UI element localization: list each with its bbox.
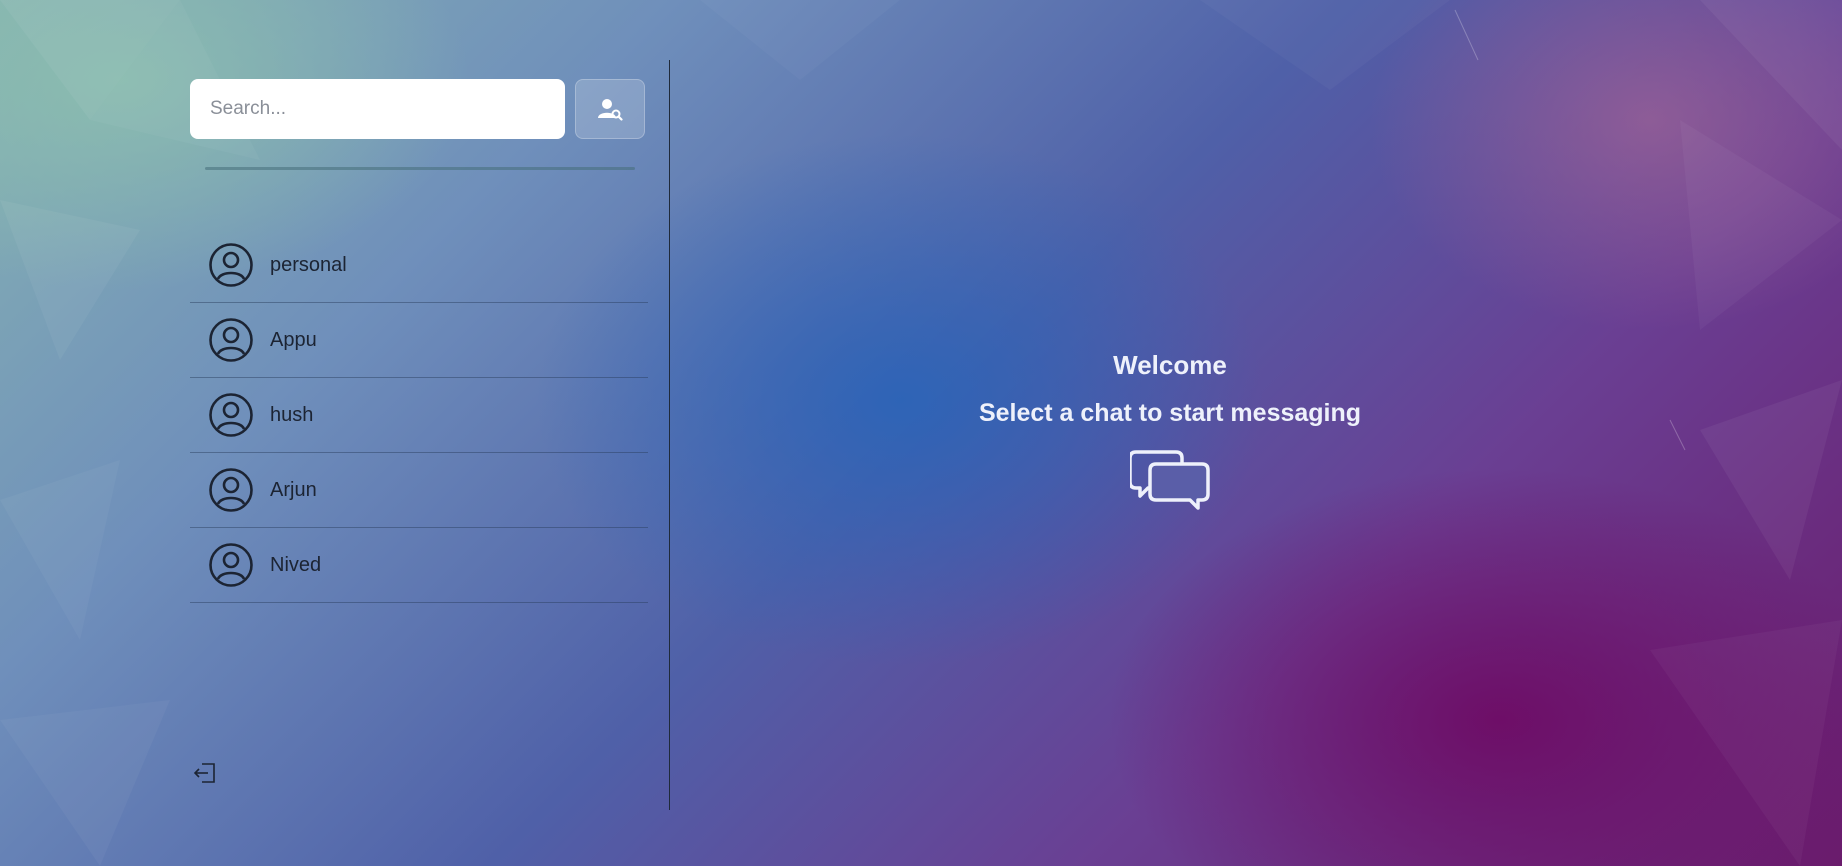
welcome-subtitle: Select a chat to start messaging — [978, 399, 1362, 427]
chat-bubbles-icon — [1130, 450, 1210, 510]
logout-button[interactable] — [192, 760, 218, 786]
user-circle-icon — [209, 243, 253, 287]
logout-icon — [193, 763, 215, 783]
search-input[interactable] — [190, 79, 565, 139]
welcome-title: Welcome — [1113, 350, 1227, 380]
chat-item-hush[interactable]: hush — [190, 378, 648, 453]
chat-item-nived[interactable]: Nived — [190, 528, 648, 603]
search-user-button[interactable] — [575, 79, 645, 139]
chat-item-appu[interactable]: Appu — [190, 303, 648, 378]
welcome-panel: Welcome Select a chat to start messaging — [950, 350, 1390, 512]
user-circle-icon — [209, 543, 253, 587]
chat-name: Nived — [270, 553, 322, 576]
user-circle-icon — [209, 318, 253, 362]
user-circle-icon — [209, 468, 253, 512]
chat-name: personal — [270, 253, 347, 276]
sidebar: personal Appu hush Arjun — [190, 60, 670, 810]
chat-name: Arjun — [270, 478, 317, 501]
search-divider — [205, 167, 635, 170]
chat-list: personal Appu hush Arjun Nived — [190, 228, 648, 603]
chat-name: Appu — [270, 328, 317, 351]
search-row — [190, 79, 646, 139]
user-circle-icon — [209, 393, 253, 437]
chat-item-personal[interactable]: personal — [190, 228, 648, 303]
user-search-icon — [598, 99, 623, 121]
chat-item-arjun[interactable]: Arjun — [190, 453, 648, 528]
chat-name: hush — [270, 403, 314, 426]
